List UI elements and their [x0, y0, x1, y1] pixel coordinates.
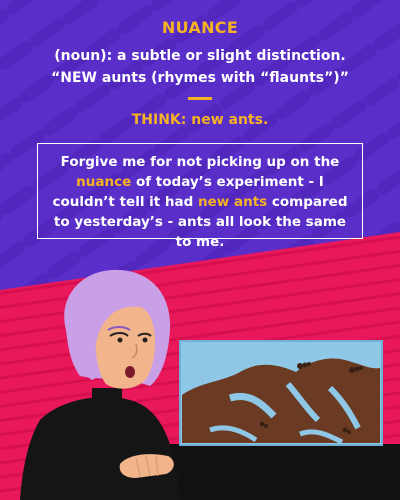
table	[170, 444, 400, 500]
vocabulary-card: NUANCE (noun): a subtle or slight distin…	[0, 0, 400, 500]
quote-highlight-nuance: nuance	[76, 174, 132, 190]
ant-farm-tank	[179, 340, 383, 446]
quote-box: Forgive me for not picking up on the nua…	[37, 143, 363, 250]
definition-text: (noun): a subtle or slight distinction.	[54, 48, 346, 64]
think-text: THINK: new ants.	[131, 112, 269, 128]
pronunciation-text: “NEW aunts (rhymes with “flaunts”)”	[51, 70, 349, 86]
divider	[188, 97, 212, 100]
quote-highlight-new-ants: new ants	[198, 194, 268, 210]
vocab-word: NUANCE	[161, 18, 239, 37]
quote-text-part1: Forgive me for not picking up on the	[60, 154, 340, 170]
